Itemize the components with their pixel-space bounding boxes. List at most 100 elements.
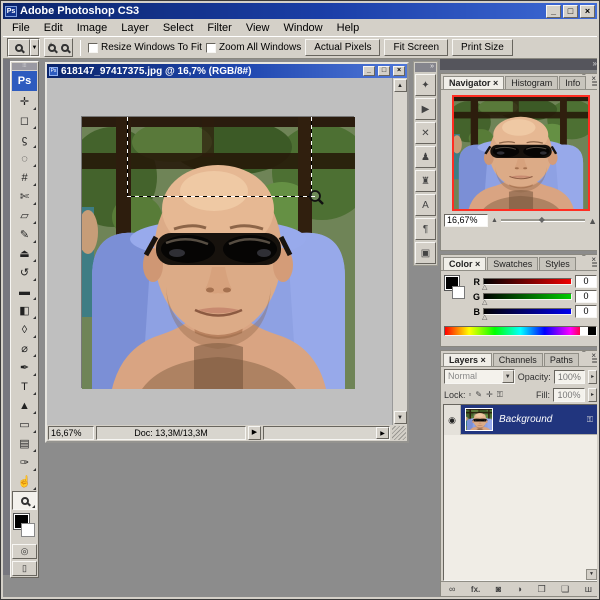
screen-mode-button[interactable]: ▯ <box>12 561 37 576</box>
menu-window[interactable]: Window <box>277 21 330 35</box>
brushes-panel-icon[interactable]: ✦ <box>415 74 436 96</box>
red-value-field[interactable]: 0 <box>575 275 597 288</box>
dodge-tool[interactable]: ⌀ <box>12 339 37 358</box>
zoom-out-mountain-icon[interactable]: ▲ <box>491 217 498 224</box>
dock-expand-chevrons[interactable]: » <box>415 63 436 72</box>
tool-presets-panel-icon[interactable]: ♜ <box>415 170 436 192</box>
actual-pixels-button[interactable]: Actual Pixels <box>305 39 380 56</box>
image-canvas[interactable] <box>81 116 354 388</box>
pen-tool[interactable]: ✒ <box>12 358 37 377</box>
menu-image[interactable]: Image <box>70 21 115 35</box>
tab-styles[interactable]: Styles <box>539 257 576 270</box>
checkbox-icon[interactable] <box>206 43 216 53</box>
opacity-field[interactable]: 100% <box>554 370 585 384</box>
menu-help[interactable]: Help <box>330 21 367 35</box>
dropdown-arrow-icon[interactable]: ▼ <box>502 370 514 383</box>
navigator-proxy-view[interactable] <box>452 95 590 211</box>
minimize-button[interactable]: _ <box>546 5 561 18</box>
blur-tool[interactable]: ◊ <box>12 320 37 339</box>
adjustment-layer-icon[interactable]: ◑ <box>517 584 522 594</box>
quick-selection-tool[interactable]: ◌ <box>12 149 37 168</box>
panel-minclose-icons[interactable]: ‾ × <box>582 351 597 360</box>
brush-tool[interactable]: ✎ <box>12 225 37 244</box>
document-titlebar[interactable]: Ps 618147_97417375.jpg @ 16,7% (RGB/8#) … <box>47 64 407 78</box>
layer-style-fx-icon[interactable]: fx. <box>471 585 480 594</box>
lock-position-icon[interactable]: ✛ <box>486 390 493 400</box>
tab-swatches[interactable]: Swatches <box>487 257 538 270</box>
opacity-spinner-icon[interactable]: ▸ <box>588 370 597 384</box>
history-brush-tool[interactable]: ↺ <box>12 263 37 282</box>
close-button[interactable]: × <box>580 5 595 18</box>
quick-mask-button[interactable]: ◎ <box>12 544 37 559</box>
tab-color[interactable]: Color × <box>443 257 486 270</box>
zoom-all-windows-checkbox[interactable]: Zoom All Windows <box>206 42 301 53</box>
list-scroll-icon[interactable]: ▼ <box>586 569 597 580</box>
delete-layer-icon[interactable]: ш <box>585 584 592 594</box>
menu-layer[interactable]: Layer <box>114 21 156 35</box>
red-slider[interactable]: △ <box>483 278 572 285</box>
green-value-field[interactable]: 0 <box>575 290 597 303</box>
fill-field[interactable]: 100% <box>553 388 585 402</box>
menu-edit[interactable]: Edit <box>37 21 70 35</box>
panel-minclose-icons[interactable]: ‾ × <box>582 74 597 83</box>
lock-transparency-icon[interactable]: ▫ <box>469 390 472 400</box>
eyedropper-tool[interactable]: ✑ <box>12 453 37 472</box>
horizontal-scrollbar[interactable]: ▶ <box>263 426 390 440</box>
background-color-swatch[interactable] <box>21 523 35 537</box>
app-titlebar[interactable]: Ps Adobe Photoshop CS3 _ □ × <box>3 3 597 19</box>
blue-slider[interactable]: △ <box>483 308 572 315</box>
doc-minimize-button[interactable]: _ <box>363 66 375 76</box>
link-layers-icon[interactable]: ∞ <box>449 584 455 594</box>
scroll-up-icon[interactable]: ▲ <box>394 79 407 92</box>
layer-mask-icon[interactable]: ◙ <box>496 584 501 594</box>
tool-preset-picker[interactable]: ▼ <box>7 38 40 57</box>
zoom-out-icon[interactable]: − <box>61 44 69 52</box>
character-panel-icon[interactable]: A <box>415 194 436 216</box>
dock-collapse-chevrons[interactable]: » <box>440 59 597 70</box>
move-tool[interactable]: ✛ <box>12 92 37 111</box>
green-slider[interactable]: △ <box>483 293 572 300</box>
zoom-in-icon[interactable]: + <box>48 44 56 52</box>
doc-maximize-button[interactable]: □ <box>378 66 390 76</box>
menu-select[interactable]: Select <box>156 21 201 35</box>
tab-histogram[interactable]: Histogram <box>505 76 558 89</box>
zoom-in-mountain-icon[interactable]: ▲ <box>588 216 597 226</box>
navigator-zoom-slider[interactable]: ◆ <box>501 219 585 222</box>
fit-screen-button[interactable]: Fit Screen <box>384 39 448 56</box>
info-panel-icon[interactable]: ▣ <box>415 242 436 264</box>
white-swatch[interactable] <box>580 327 588 335</box>
shape-tool[interactable]: ▭ <box>12 415 37 434</box>
scroll-right-icon[interactable]: ▶ <box>376 427 389 439</box>
fill-spinner-icon[interactable]: ▸ <box>588 388 597 402</box>
slice-tool[interactable]: ✄ <box>12 187 37 206</box>
layer-comps-panel-icon[interactable]: ♟ <box>415 146 436 168</box>
type-tool[interactable]: T <box>12 377 37 396</box>
vertical-scrollbar[interactable]: ▲ ▼ <box>392 78 407 425</box>
slider-thumb[interactable]: △ <box>482 298 487 306</box>
background-color-swatch[interactable] <box>452 286 465 299</box>
toolbox-grip[interactable]: ⁞⁞⁞ <box>12 63 37 70</box>
healing-brush-tool[interactable]: ▱ <box>12 206 37 225</box>
layer-row-background[interactable]: ◉ Background ⚿ <box>444 405 597 435</box>
tab-navigator[interactable]: Navigator × <box>443 76 504 89</box>
hand-tool[interactable]: ☝ <box>12 472 37 491</box>
slider-thumb[interactable]: △ <box>482 313 487 321</box>
doc-close-button[interactable]: × <box>393 66 405 76</box>
chevron-down-icon[interactable]: ▼ <box>30 39 39 56</box>
menu-file[interactable]: File <box>5 21 37 35</box>
menu-filter[interactable]: Filter <box>200 21 238 35</box>
lock-paint-icon[interactable]: ✎ <box>475 390 482 400</box>
notes-tool[interactable]: ▤ <box>12 434 37 453</box>
scroll-down-icon[interactable]: ▼ <box>394 411 407 424</box>
crop-tool[interactable]: # <box>12 168 37 187</box>
color-spectrum-ramp[interactable] <box>444 326 597 336</box>
zoom-tool[interactable] <box>12 491 37 510</box>
selected-layer[interactable]: Background ⚿ <box>461 405 597 435</box>
slider-thumb[interactable]: ◆ <box>539 215 545 224</box>
lock-all-icon[interactable]: ⚿ <box>497 390 503 400</box>
tab-paths[interactable]: Paths <box>544 353 579 366</box>
blend-mode-dropdown[interactable]: Normal ▼ <box>444 369 515 384</box>
paragraph-panel-icon[interactable]: ¶ <box>415 218 436 240</box>
marquee-tool[interactable]: ◻ <box>12 111 37 130</box>
menu-view[interactable]: View <box>239 21 277 35</box>
